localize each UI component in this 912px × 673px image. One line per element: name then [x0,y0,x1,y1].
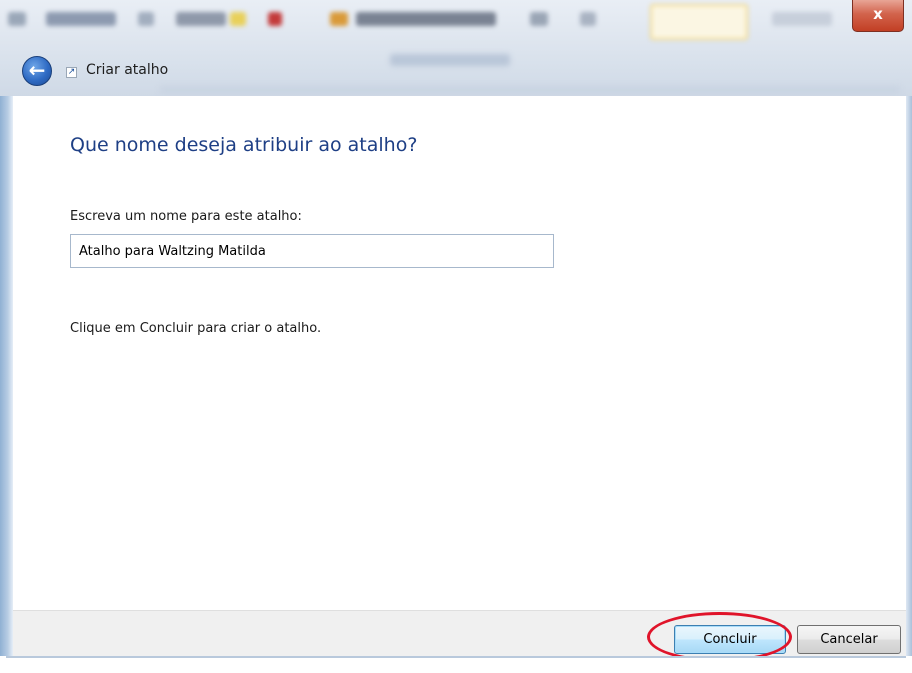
window-right-border [906,96,912,656]
window-chrome: x ← ↗ Criar atalho [0,0,912,96]
window-left-border [0,96,13,656]
finish-button[interactable]: Concluir [674,625,786,654]
cancel-button[interactable]: Cancelar [797,625,901,654]
finish-instruction: Clique em Concluir para criar o atalho. [70,321,322,336]
navigation-bar: ← ↗ Criar atalho [0,46,912,96]
close-button[interactable]: x [852,0,904,32]
shortcut-name-label: Escreva um nome para este atalho: [70,209,302,224]
window-bottom-border [6,656,906,658]
window-title: Criar atalho [86,62,169,78]
create-shortcut-wizard: x ← ↗ Criar atalho Que nome deseja atrib… [0,0,912,673]
wizard-content: Que nome deseja atribuir ao atalho? Escr… [13,96,906,610]
back-button[interactable]: ← [22,56,52,86]
wizard-footer: Concluir Cancelar [13,610,906,657]
back-arrow-icon: ← [28,58,46,82]
blurred-ribbon [0,0,912,42]
shortcut-icon: ↗ [66,67,77,78]
blurred-toolbar [160,46,910,96]
shortcut-name-input[interactable] [70,234,554,268]
page-title: Que nome deseja atribuir ao atalho? [70,134,418,156]
bottom-margin [0,656,912,673]
close-icon: x [873,5,883,23]
